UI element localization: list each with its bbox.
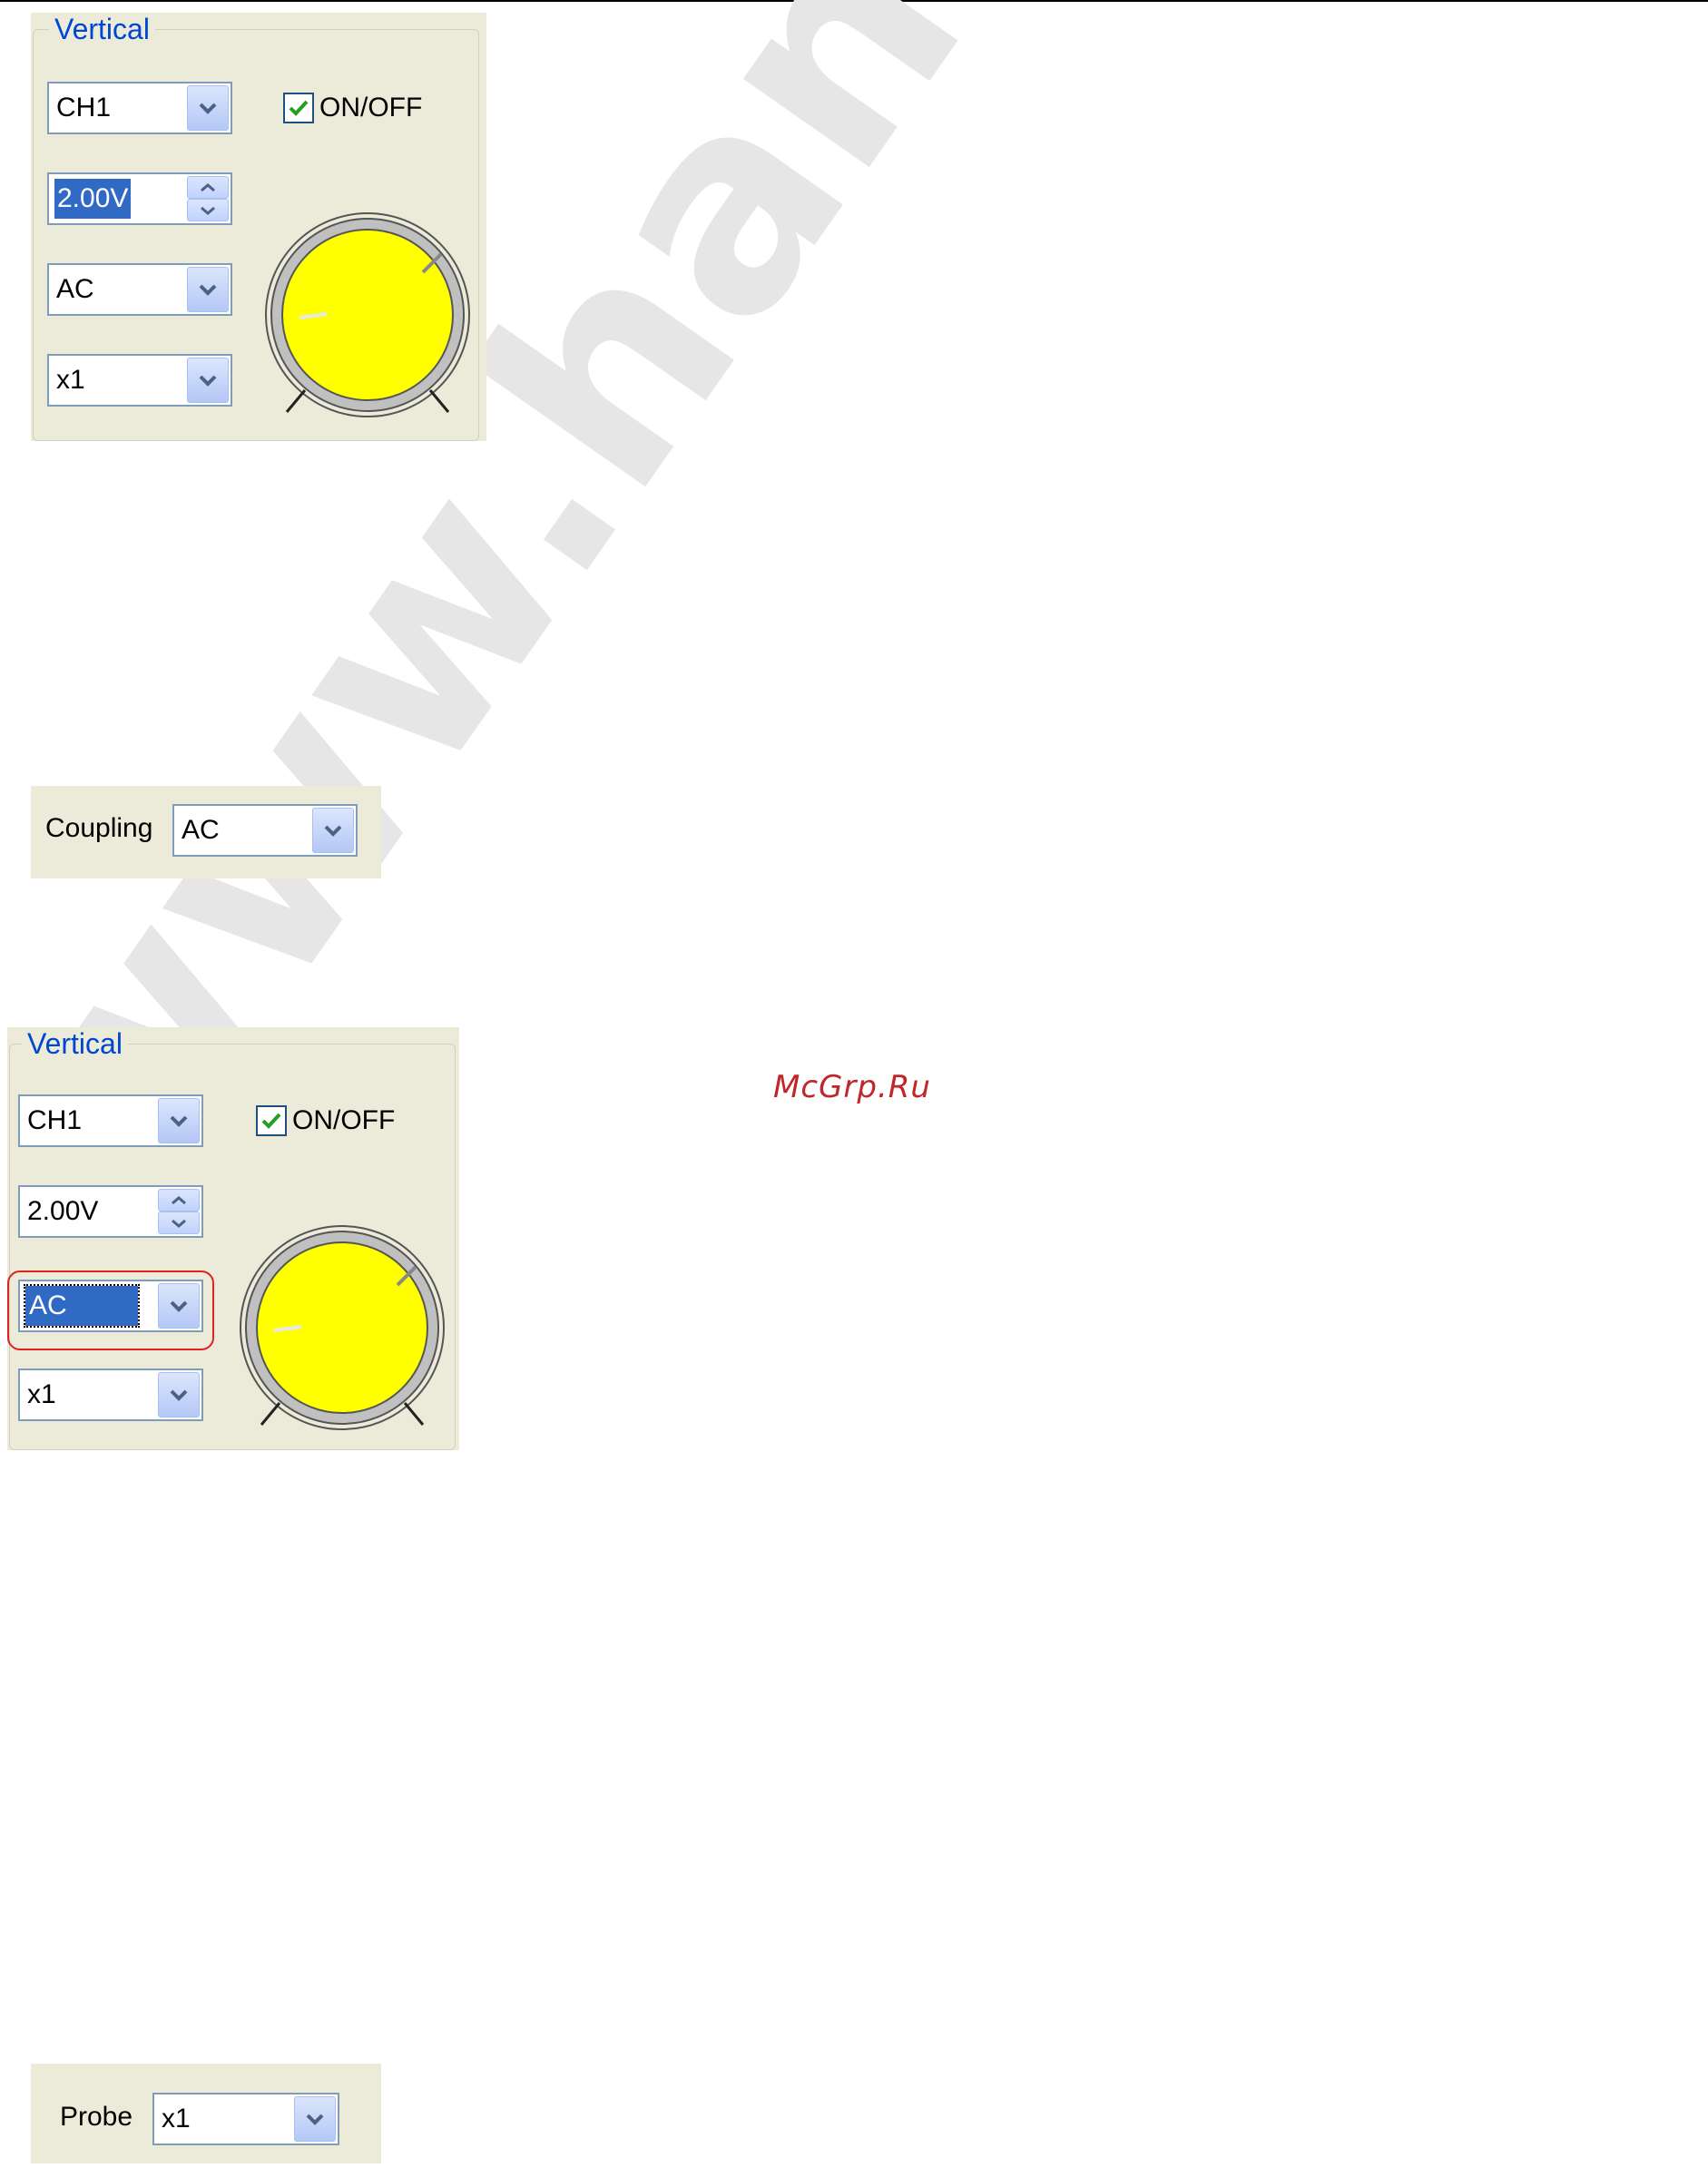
vertical-panel-2: Vertical CH1 ON/OFF 2.00V AC x1: [7, 1027, 459, 1450]
spin-down-button[interactable]: [187, 199, 229, 221]
watermark-caption: McGrp.Ru: [773, 1069, 931, 1105]
spin-up-button[interactable]: [187, 176, 229, 199]
checkmark-icon: [261, 1113, 281, 1129]
channel-dropdown-button[interactable]: [187, 85, 229, 131]
probe-dropdown-button[interactable]: [294, 2096, 336, 2142]
chevron-up-icon: [201, 182, 215, 191]
probe-dropdown-button[interactable]: [158, 1372, 200, 1418]
channel-dropdown-button[interactable]: [158, 1098, 200, 1143]
vertical-legend: Vertical: [22, 1027, 128, 1060]
coupling-select[interactable]: AC: [47, 263, 232, 316]
channel-select-value: CH1: [27, 1105, 83, 1135]
chevron-down-icon: [324, 825, 342, 837]
probe-dropdown[interactable]: x1: [152, 2093, 339, 2145]
chevron-down-icon: [199, 284, 217, 296]
coupling-label: Coupling: [45, 813, 153, 843]
coupling-select[interactable]: AC: [18, 1280, 203, 1332]
onoff-label: ON/OFF: [319, 93, 423, 123]
coupling-select-value: AC: [24, 1284, 140, 1328]
vertical-legend: Vertical: [49, 13, 155, 45]
coupling-dropdown[interactable]: AC: [172, 804, 358, 857]
chevron-down-icon: [306, 2114, 324, 2125]
top-rule: [0, 0, 1708, 2]
volts-spinbox-value: 2.00V: [27, 1196, 99, 1226]
probe-select-value: x1: [56, 365, 85, 395]
probe-select[interactable]: x1: [47, 354, 232, 407]
chevron-down-icon: [172, 1219, 186, 1228]
chevron-up-icon: [172, 1195, 186, 1204]
probe-select[interactable]: x1: [18, 1368, 203, 1421]
coupling-select-value: AC: [56, 274, 94, 304]
chevron-down-icon: [199, 375, 217, 387]
chevron-down-icon: [170, 1115, 188, 1127]
channel-select[interactable]: CH1: [18, 1094, 203, 1147]
checkmark-icon: [289, 100, 309, 116]
coupling-panel: Coupling AC: [31, 786, 381, 878]
chevron-down-icon: [201, 206, 215, 215]
channel-select-value: CH1: [56, 93, 112, 123]
coupling-dropdown-button[interactable]: [187, 267, 229, 312]
onoff-label: ON/OFF: [292, 1105, 396, 1135]
probe-select-value: x1: [27, 1379, 56, 1409]
probe-label: Probe: [60, 2102, 133, 2132]
chevron-down-icon: [170, 1300, 188, 1312]
onoff-checkbox[interactable]: [256, 1105, 287, 1136]
spin-up-button[interactable]: [158, 1189, 200, 1212]
vertical-position-knob[interactable]: [236, 1221, 448, 1434]
onoff-checkbox[interactable]: [283, 93, 314, 123]
vertical-position-knob[interactable]: [261, 209, 474, 421]
channel-select[interactable]: CH1: [47, 82, 232, 134]
probe-dropdown-value: x1: [162, 2104, 191, 2134]
probe-panel: Probe x1: [31, 2064, 381, 2163]
probe-dropdown-button[interactable]: [187, 358, 229, 403]
vertical-panel-1: Vertical CH1 ON/OFF 2.00V AC x1: [31, 13, 486, 441]
coupling-dropdown-value: AC: [182, 815, 220, 845]
volts-spinbox-value: 2.00V: [54, 179, 132, 219]
chevron-down-icon: [199, 103, 217, 114]
coupling-dropdown-button[interactable]: [312, 808, 354, 853]
volts-spinbox[interactable]: 2.00V: [18, 1185, 203, 1238]
volts-spinbox[interactable]: 2.00V: [47, 172, 232, 225]
coupling-dropdown-button[interactable]: [158, 1283, 200, 1329]
spin-down-button[interactable]: [158, 1212, 200, 1234]
chevron-down-icon: [170, 1389, 188, 1401]
